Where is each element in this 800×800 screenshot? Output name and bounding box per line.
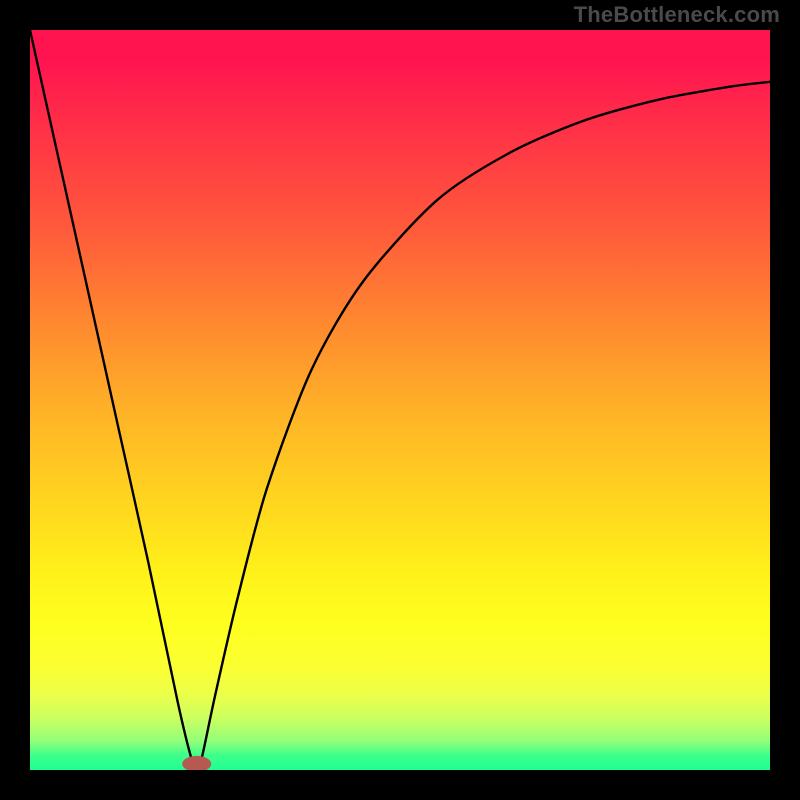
bottleneck-curve	[30, 30, 770, 767]
minimum-marker	[182, 756, 212, 770]
chart-frame: TheBottleneck.com	[0, 0, 800, 800]
watermark-text: TheBottleneck.com	[574, 2, 780, 28]
plot-area	[30, 30, 770, 770]
curve-layer	[30, 30, 770, 770]
